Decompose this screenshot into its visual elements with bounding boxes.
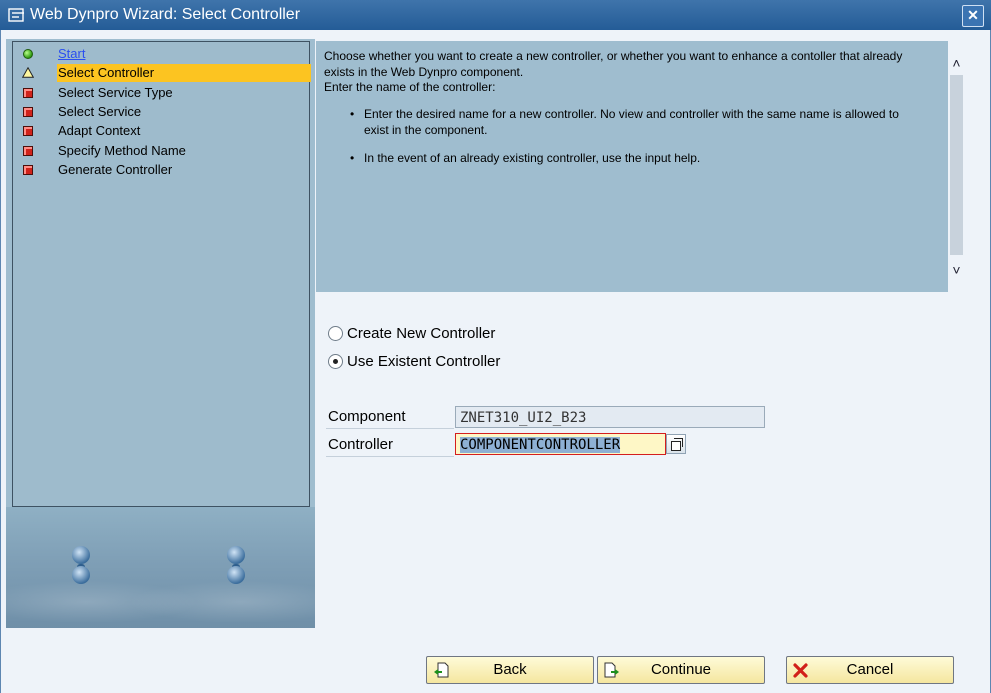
close-button[interactable]: ✕: [962, 5, 984, 27]
cancel-label: Cancel: [846, 661, 894, 678]
radio-circle[interactable]: [328, 354, 343, 369]
water-decoration-image: [6, 507, 315, 628]
red-status-icon: [23, 107, 33, 117]
water-drop-icon: [72, 546, 90, 564]
back-label: Back: [493, 661, 527, 678]
cancel-button[interactable]: Cancel: [786, 656, 954, 684]
list-item: Enter the desired name for a new control…: [324, 107, 924, 138]
wizard-icon: [8, 8, 24, 22]
continue-label: Continue: [650, 661, 712, 678]
step-select-service-type[interactable]: Select Service Type: [19, 84, 311, 102]
instructions-scrollbar[interactable]: ˄ ˅: [948, 41, 965, 292]
water-drop-icon: [227, 566, 245, 584]
warning-triangle-icon: [22, 67, 34, 78]
close-icon: ✕: [967, 7, 979, 23]
controller-field[interactable]: COMPONENTCONTROLLER: [455, 433, 666, 455]
instructions-intro: Choose whether you want to create a new …: [324, 49, 934, 96]
red-status-icon: [23, 87, 33, 98]
radio-selected-dot: [333, 359, 338, 364]
radio-label: Use Existent Controller: [347, 353, 501, 370]
back-button[interactable]: Back: [426, 656, 594, 684]
green-status-icon: [23, 49, 33, 59]
water-drop-icon: [72, 566, 90, 584]
continue-icon: [604, 662, 619, 678]
step-label: Specify Method Name: [58, 142, 186, 158]
scroll-up-icon[interactable]: ˄: [948, 53, 965, 73]
window-title: Web Dynpro Wizard: Select Controller: [30, 6, 301, 23]
step-generate-controller[interactable]: Generate Controller: [19, 161, 311, 179]
water-drop-icon: [227, 546, 245, 564]
component-field: ZNET310_UI2_B23: [455, 406, 765, 428]
intro-text-2: Enter the name of the controller:: [324, 80, 496, 94]
step-label: Select Service Type: [58, 84, 173, 100]
step-label: Generate Controller: [58, 162, 173, 177]
cancel-x-icon: [793, 663, 808, 678]
input-help-icon[interactable]: [666, 434, 686, 454]
steps-list: Start Select Controller Select Service T…: [12, 41, 311, 507]
red-status-icon: [23, 145, 33, 156]
intro-text: Choose whether you want to create a new …: [324, 49, 903, 79]
component-label: Component: [326, 406, 454, 429]
radio-circle[interactable]: [328, 326, 343, 341]
step-select-service[interactable]: Select Service: [19, 103, 311, 121]
list-item: In the event of an already existing cont…: [324, 151, 924, 167]
step-specify-method-name[interactable]: Specify Method Name: [19, 142, 311, 160]
controller-label: Controller: [326, 434, 454, 457]
back-icon: [434, 662, 449, 678]
step-label: Adapt Context: [58, 123, 141, 138]
red-status-icon: [23, 165, 33, 175]
radio-label: Create New Controller: [347, 325, 496, 342]
step-select-controller[interactable]: Select Controller: [19, 64, 311, 82]
step-adapt-context[interactable]: Adapt Context: [19, 122, 311, 140]
instructions-panel: Choose whether you want to create a new …: [316, 41, 948, 292]
step-label: Start: [58, 46, 86, 61]
step-start[interactable]: Start: [19, 45, 311, 63]
title-bar: Web Dynpro Wizard: Select Controller ✕: [0, 0, 991, 30]
wizard-steps-panel: Start Select Controller Select Service T…: [6, 39, 315, 628]
scroll-down-icon[interactable]: ˅: [948, 260, 965, 280]
red-status-icon: [23, 126, 33, 136]
instructions-list: Enter the desired name for a new control…: [324, 107, 924, 180]
continue-button[interactable]: Continue: [597, 656, 765, 684]
step-label: Select Controller: [57, 64, 311, 82]
controller-value: COMPONENTCONTROLLER: [460, 437, 621, 453]
step-label: Select Service: [58, 104, 142, 119]
scrollbar-thumb[interactable]: [950, 75, 963, 255]
